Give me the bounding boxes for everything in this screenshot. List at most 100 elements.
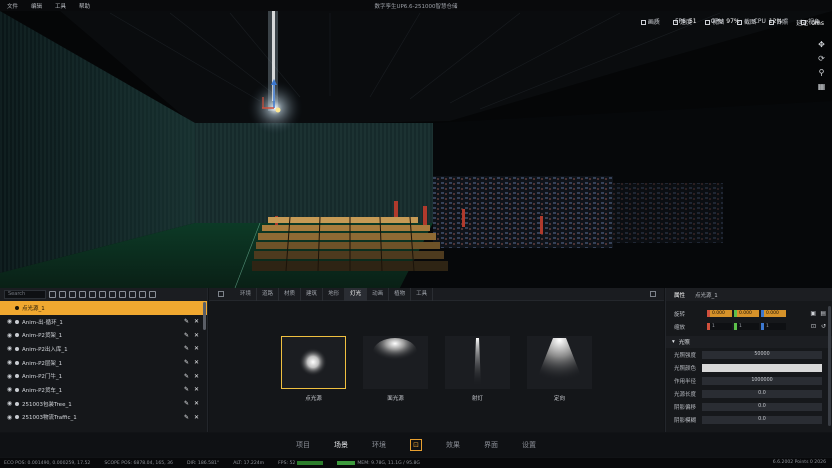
rotation-x-input[interactable]: 0.000 [707,310,732,317]
close-icon[interactable]: ✕ [194,373,199,380]
grid-view-icon[interactable] [650,291,656,297]
asset-spotlight[interactable]: 射灯 [445,336,510,402]
rotate-icon[interactable]: ⟳ [817,54,826,63]
close-icon[interactable]: ✕ [194,386,199,393]
filter-icon[interactable] [49,291,56,298]
menu-file[interactable]: 文件 [7,2,18,10]
outliner-row[interactable]: ◉ Anim-P2门牛_1 ✎ ✕ [0,369,207,383]
nav-project[interactable]: 项目 [296,440,310,450]
folder-icon[interactable] [79,291,86,298]
light-color-swatch[interactable] [702,363,822,372]
pencil-icon[interactable]: ✎ [184,318,189,325]
nav-environment[interactable]: 环境 [372,440,386,450]
reset-icon[interactable]: ↺ [821,323,826,330]
outliner-search-input[interactable]: Search [4,290,46,299]
close-icon[interactable]: ✕ [194,359,199,366]
collapse-icon[interactable] [149,291,156,298]
outliner-row-point-light[interactable]: 点光源_1 [0,301,207,315]
pencil-icon[interactable]: ✎ [184,359,189,366]
scale-y-input[interactable]: 1 [734,323,759,330]
asset-point-light[interactable]: 点光源 [281,336,346,402]
group-icon[interactable] [99,291,106,298]
tab-plants[interactable]: 植物 [389,287,412,301]
asset-area-light[interactable]: 面光源 [363,336,428,402]
menu-edit[interactable]: 编辑 [31,2,42,10]
pencil-icon[interactable]: ✎ [184,386,189,393]
sunlight-button[interactable]: 日照 [768,17,788,26]
nav-settings[interactable]: 设置 [522,440,536,450]
nav-scene[interactable]: 场景 [334,440,348,450]
tab-lighting[interactable]: 灯光 [345,287,368,301]
view-button[interactable]: 视图 [704,17,724,26]
close-icon[interactable]: ✕ [194,414,199,421]
link-icon[interactable] [89,291,96,298]
eye-icon[interactable]: ◉ [6,359,13,366]
scene-viewport[interactable]: FPS 51 GPU 97% CPU 12% 延迟 0ms [0,11,832,288]
tab-material[interactable]: 材质 [279,287,302,301]
eye-icon[interactable]: ◉ [6,414,13,421]
move-icon[interactable]: ✥ [817,40,826,49]
outliner-row[interactable]: ◉ Anim-P2出入库_1 ✎ ✕ [0,342,207,356]
properties-tab[interactable]: 属性 [674,291,685,299]
outliner-row[interactable]: ◉ 251003包装Tree_1 ✎ ✕ [0,397,207,411]
close-icon[interactable]: ✕ [194,400,199,407]
pencil-icon[interactable]: ✎ [184,400,189,407]
person-icon[interactable]: ⚲ [817,68,826,77]
pencil-icon[interactable]: ✎ [184,345,189,352]
eye-icon[interactable]: ◉ [6,386,13,393]
scale-x-input[interactable]: 1 [707,323,732,330]
outliner-row[interactable]: ◉ Anim-P2层架_1 ✎ ✕ [0,356,207,370]
pencil-icon[interactable]: ✎ [184,414,189,421]
tab-terrain[interactable]: 地形 [323,287,346,301]
lighting-section-header[interactable]: ▾ 光照 [666,336,832,348]
tab-animation[interactable]: 动画 [367,287,390,301]
pencil-icon[interactable]: ✎ [184,332,189,339]
tab-tools[interactable]: 工具 [411,287,434,301]
camera-view-button[interactable]: 视角 [800,17,820,26]
light-intensity-input[interactable]: 50000 [702,350,822,359]
pencil-icon[interactable]: ✎ [184,373,189,380]
properties-scrollbar[interactable] [828,306,831,426]
eye-icon[interactable]: ◉ [6,373,13,380]
tab-environment[interactable]: 环境 [235,287,258,301]
close-icon[interactable]: ✕ [194,345,199,352]
grid-icon[interactable]: ▦ [817,82,826,91]
lock-icon[interactable]: ⊡ [811,323,816,330]
speed-button[interactable]: 速度 [672,17,692,26]
rotation-z-input[interactable]: 0.000 [761,310,786,317]
nav-effects[interactable]: 效果 [446,440,460,450]
outliner-scrollbar[interactable] [203,302,206,330]
asset-directional-light[interactable]: 定向 [527,336,592,402]
screenshot-button[interactable]: 截图 [736,17,756,26]
nav-interface[interactable]: 界面 [484,440,498,450]
shadow-blur-input[interactable]: 0.0 [702,415,822,424]
scale-z-input[interactable]: 1 [761,323,786,330]
reset-icon[interactable]: ▤ [820,310,826,317]
app-logo-icon[interactable]: ⊡ [410,439,422,451]
close-icon[interactable]: ✕ [194,318,199,325]
radius-input[interactable]: 1000000 [702,376,822,385]
close-icon[interactable]: ✕ [194,332,199,339]
eye-icon[interactable]: ◉ [6,318,13,325]
shadow-bias-input[interactable]: 0.0 [702,402,822,411]
menu-tools[interactable]: 工具 [55,2,66,10]
refresh-icon[interactable] [59,291,66,298]
quality-button[interactable]: 画质 [640,17,660,26]
outliner-row[interactable]: ◉ Anim-P2货车_1 ✎ ✕ [0,383,207,397]
settings-icon[interactable] [129,291,136,298]
copy-icon[interactable] [109,291,116,298]
eye-icon[interactable]: ◉ [6,400,13,407]
add-icon[interactable] [69,291,76,298]
lock-icon[interactable]: ▣ [810,310,816,317]
eye-icon[interactable]: ◉ [6,345,13,352]
menu-help[interactable]: 帮助 [79,2,90,10]
tab-road[interactable]: 道路 [257,287,280,301]
outliner-row[interactable]: ◉ Anim-出-循环_1 ✎ ✕ [0,315,207,329]
outliner-row[interactable]: ◉ 251003物流Traffic_1 ✎ ✕ [0,411,207,425]
layers-icon[interactable] [119,291,126,298]
outliner-row[interactable]: ◉ Anim-P2货架_1 ✎ ✕ [0,328,207,342]
panel-toggle-icon[interactable] [218,291,224,297]
source-length-input[interactable]: 0.0 [702,389,822,398]
tab-building[interactable]: 建筑 [301,287,324,301]
expand-icon[interactable] [139,291,146,298]
